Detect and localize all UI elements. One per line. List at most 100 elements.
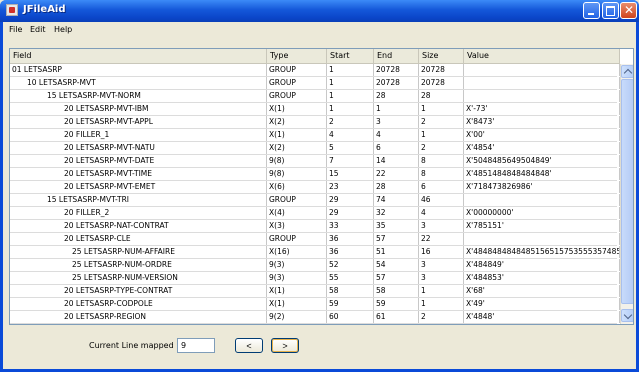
title-bar[interactable]: JFileAid ✕ — [0, 0, 639, 22]
cell-value[interactable]: X'00000000' — [464, 207, 620, 219]
table-row[interactable]: 20 LETSASRP-TYPE-CONTRAT X(1) 58 58 1 X'68' — [10, 285, 620, 298]
cell-end[interactable]: 28 — [374, 90, 419, 102]
cell-start[interactable]: 1 — [327, 103, 374, 115]
cell-end[interactable]: 74 — [374, 194, 419, 206]
cell-field[interactable]: 20 LETSASRP-TYPE-CONTRAT — [10, 285, 267, 297]
cell-field[interactable]: 20 LETSASRP-CLE — [10, 233, 267, 245]
column-header-field[interactable]: Field — [10, 49, 267, 63]
cell-type[interactable]: 9(8) — [267, 168, 327, 180]
table-row[interactable]: 25 LETSASRP-NUM-VERSION 9(3) 55 57 3 X'484853… — [10, 272, 620, 285]
cell-field[interactable]: 20 LETSASRP-MVT-EMET — [10, 181, 267, 193]
cell-size[interactable]: 3 — [419, 272, 464, 284]
cell-start[interactable]: 60 — [327, 311, 374, 323]
cell-type[interactable]: X(16) — [267, 246, 327, 258]
cell-end[interactable]: 58 — [374, 285, 419, 297]
cell-start[interactable]: 1 — [327, 77, 374, 89]
column-header-value[interactable]: Value — [464, 49, 620, 63]
cell-field[interactable]: 15 LETSASRP-MVT-NORM — [10, 90, 267, 102]
column-header-end[interactable]: End — [374, 49, 419, 63]
cell-value[interactable]: X'484849' — [464, 259, 620, 271]
cell-value[interactable]: X'4854' — [464, 142, 620, 154]
cell-value[interactable]: X'785151' — [464, 220, 620, 232]
cell-start[interactable]: 59 — [327, 298, 374, 310]
cell-type[interactable]: X(13) — [267, 324, 327, 325]
cell-size[interactable]: 13 — [419, 324, 464, 325]
cell-field[interactable]: 20 LETSASRP-REGION — [10, 311, 267, 323]
cell-type[interactable]: X(2) — [267, 142, 327, 154]
table-row[interactable]: 20 FILLER_1 X(1) 4 4 1 X'00' — [10, 129, 620, 142]
table-row[interactable]: 20 LETSASRP-MVT-NATU X(2) 5 6 2 X'4854' — [10, 142, 620, 155]
cell-value[interactable] — [464, 233, 620, 245]
cell-start[interactable]: 15 — [327, 168, 374, 180]
cell-value[interactable]: X'5048485649504849' — [464, 155, 620, 167]
table-row[interactable]: 10 LETSASRP-MVT GROUP 1 20728 20728 — [10, 77, 620, 90]
cell-end[interactable]: 4 — [374, 129, 419, 141]
cell-size[interactable]: 20728 — [419, 77, 464, 89]
column-header-start[interactable]: Start — [327, 49, 374, 63]
menu-help[interactable]: Help — [54, 25, 72, 34]
cell-field[interactable]: 20 LETSASRP-MVT-APPL — [10, 116, 267, 128]
cell-field[interactable]: 20 LETSASRP-NAT-CONTRAT — [10, 220, 267, 232]
cell-start[interactable]: 62 — [327, 324, 374, 325]
cell-end[interactable]: 61 — [374, 311, 419, 323]
table-row[interactable]: 15 LETSASRP-MVT-TRI GROUP 29 74 46 — [10, 194, 620, 207]
cell-size[interactable]: 8 — [419, 168, 464, 180]
cell-field[interactable]: 20 LETSASRP-CODPOLE — [10, 298, 267, 310]
cell-field[interactable]: 15 LETSASRP-MVT-TRI — [10, 194, 267, 206]
minimize-button[interactable] — [583, 2, 600, 19]
cell-field[interactable]: 25 LETSASRP-NUM-AFFAIRE — [10, 246, 267, 258]
cell-value[interactable]: X'-73' — [464, 103, 620, 115]
cell-size[interactable]: 8 — [419, 155, 464, 167]
cell-end[interactable]: 6 — [374, 142, 419, 154]
close-button[interactable]: ✕ — [620, 2, 637, 19]
cell-size[interactable]: 4 — [419, 207, 464, 219]
cell-type[interactable]: X(4) — [267, 207, 327, 219]
table-row[interactable]: 20 LETSASRP-NAT-CONTRAT X(3) 33 35 3 X'785151… — [10, 220, 620, 233]
previous-button[interactable]: < — [235, 338, 263, 353]
cell-size[interactable]: 46 — [419, 194, 464, 206]
cell-value[interactable] — [464, 194, 620, 206]
cell-type[interactable]: GROUP — [267, 194, 327, 206]
cell-type[interactable]: X(2) — [267, 116, 327, 128]
cell-field[interactable]: 20 FILLER_2 — [10, 207, 267, 219]
cell-type[interactable]: 9(8) — [267, 155, 327, 167]
menu-file[interactable]: File — [9, 25, 22, 34]
cell-type[interactable]: 9(2) — [267, 311, 327, 323]
cell-value[interactable]: X'484853' — [464, 272, 620, 284]
cell-value[interactable]: X'49' — [464, 298, 620, 310]
table-row[interactable]: 20 FILLER_3X(13)627413X'0000000000000000… — [10, 324, 617, 325]
maximize-button[interactable] — [602, 2, 619, 19]
cell-value[interactable] — [464, 90, 620, 102]
cell-value[interactable]: X'8473' — [464, 116, 620, 128]
cell-size[interactable]: 22 — [419, 233, 464, 245]
column-header-type[interactable]: Type — [267, 49, 327, 63]
cell-value[interactable]: X'4851484848484848' — [464, 168, 620, 180]
table-row[interactable]: 20 FILLER_2 X(4) 29 32 4 X'00000000' — [10, 207, 620, 220]
cell-type[interactable]: GROUP — [267, 64, 327, 76]
cell-field[interactable]: 20 FILLER_1 — [10, 129, 267, 141]
cell-start[interactable]: 5 — [327, 142, 374, 154]
cell-size[interactable]: 28 — [419, 90, 464, 102]
cell-field[interactable]: 20 LETSASRP-MVT-TIME — [10, 168, 267, 180]
cell-size[interactable]: 1 — [419, 129, 464, 141]
cell-size[interactable]: 1 — [419, 298, 464, 310]
cell-start[interactable]: 29 — [327, 207, 374, 219]
table-row[interactable]: 20 LETSASRP-MVT-EMET X(6) 23 28 6 X'718473826… — [10, 181, 620, 194]
cell-value[interactable] — [464, 77, 620, 89]
cell-size[interactable]: 3 — [419, 259, 464, 271]
cell-type[interactable]: GROUP — [267, 77, 327, 89]
cell-field[interactable]: 01 LETSASRP — [10, 64, 267, 76]
scroll-thumb[interactable] — [621, 79, 633, 304]
cell-type[interactable]: X(1) — [267, 285, 327, 297]
cell-value[interactable]: X'68' — [464, 285, 620, 297]
table-row[interactable]: 20 LETSASRP-MVT-DATE 9(8) 7 14 8 X'5048485649… — [10, 155, 620, 168]
cell-start[interactable]: 7 — [327, 155, 374, 167]
table-row[interactable]: 20 LETSASRP-MVT-IBM X(1) 1 1 1 X'-73' — [10, 103, 620, 116]
cell-value[interactable] — [464, 64, 620, 76]
cell-end[interactable]: 3 — [374, 116, 419, 128]
cell-end[interactable]: 20728 — [374, 64, 419, 76]
cell-size[interactable]: 2 — [419, 116, 464, 128]
cell-type[interactable]: X(1) — [267, 298, 327, 310]
cell-field[interactable]: 20 LETSASRP-MVT-DATE — [10, 155, 267, 167]
cell-type[interactable]: 9(3) — [267, 272, 327, 284]
